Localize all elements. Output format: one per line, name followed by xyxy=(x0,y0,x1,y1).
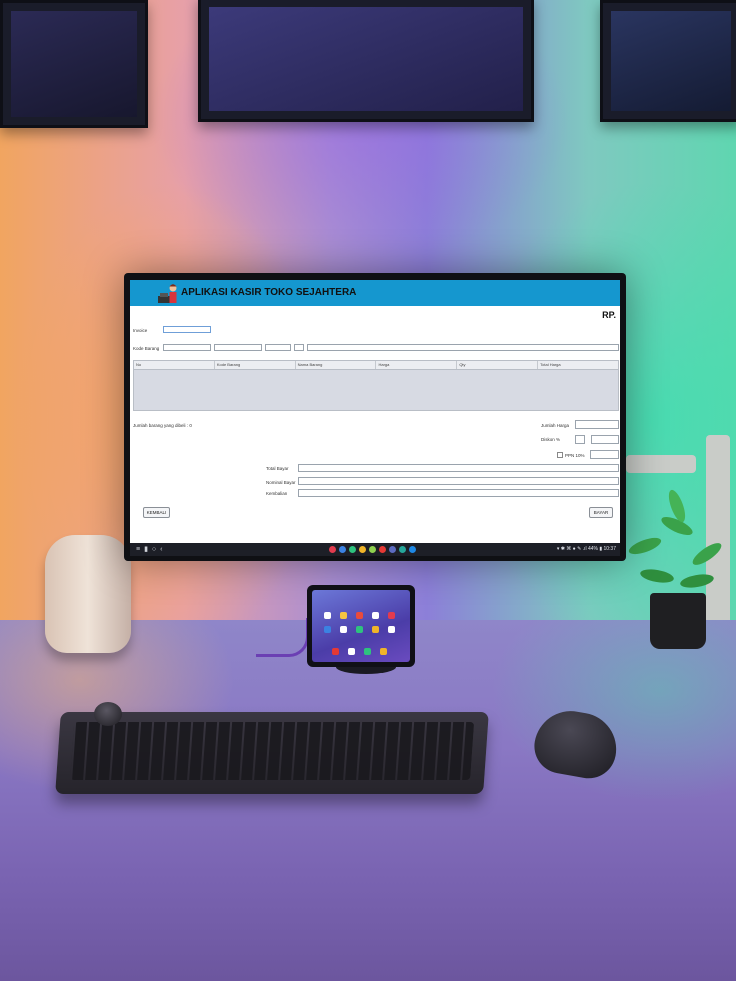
taskbar-app-icon[interactable] xyxy=(359,546,366,553)
kembalian-label: Kembalian xyxy=(266,491,288,496)
invoice-label: Invoice xyxy=(133,328,148,333)
kembali-button[interactable]: KEMBALI xyxy=(143,507,170,518)
ppn-label: PPN 10% xyxy=(565,453,585,458)
app-header: APLIKASI KASIR TOKO SEJAHTERA xyxy=(130,280,620,306)
nominal-bayar-input[interactable] xyxy=(298,477,619,485)
picture-frame-right xyxy=(600,0,736,122)
qty-input[interactable] xyxy=(294,344,304,351)
diskon-label: Diskon % xyxy=(541,437,561,442)
keyboard-dial xyxy=(94,702,122,726)
monitor-arm-post xyxy=(706,435,730,635)
column-header-total-harga[interactable]: Total Harga xyxy=(538,361,618,369)
clock: 10:37 xyxy=(603,546,616,552)
ppn-checkbox[interactable] xyxy=(557,452,563,458)
taskbar-app-icon[interactable] xyxy=(409,546,416,553)
launcher-icons[interactable]: ≡▮○‹ xyxy=(136,545,167,553)
total-currency-display: RP. xyxy=(602,310,616,320)
column-header-qty[interactable]: Qty xyxy=(457,361,539,369)
kode-barang-input[interactable] xyxy=(163,344,211,351)
item-total-input[interactable] xyxy=(307,344,619,351)
ppn-input[interactable] xyxy=(590,450,619,459)
kembalian-input[interactable] xyxy=(298,489,619,497)
app-window: APLIKASI KASIR TOKO SEJAHTERA RP. Invoic… xyxy=(130,280,620,556)
smart-speaker xyxy=(45,535,131,653)
phone-screen xyxy=(312,590,410,662)
keyboard xyxy=(55,712,489,794)
monitor: APLIKASI KASIR TOKO SEJAHTERA RP. Invoic… xyxy=(124,273,626,561)
nominal-bayar-label: Nominal Bayar xyxy=(266,480,296,485)
system-tray[interactable]: ▾ ✱ ⌘ ● ✎ .ıl 44% ▮ 10:37 xyxy=(557,546,616,552)
app-title: APLIKASI KASIR TOKO SEJAHTERA xyxy=(181,287,357,298)
diskon-amount-input[interactable] xyxy=(591,435,619,444)
item-table[interactable]: No Kode Barang Nama Barang Harga Qty Tot… xyxy=(133,360,619,411)
column-header-harga[interactable]: Harga xyxy=(376,361,458,369)
cashier-icon xyxy=(158,284,177,303)
total-bayar-label: Total Bayar xyxy=(266,466,289,471)
kode-barang-label: Kode Barang xyxy=(133,346,160,351)
jumlah-beli-text: Jumlah barang yang dibeli : xyxy=(133,423,189,428)
picture-frame-left xyxy=(0,0,148,128)
taskbar-app-icon[interactable] xyxy=(369,546,376,553)
nama-barang-input[interactable] xyxy=(214,344,262,351)
charging-cable xyxy=(256,618,309,657)
bayar-button[interactable]: BAYAR xyxy=(589,507,613,518)
harga-input[interactable] xyxy=(265,344,291,351)
invoice-input[interactable] xyxy=(163,326,211,333)
total-bayar-input[interactable] xyxy=(298,464,619,472)
diskon-percent-input[interactable] xyxy=(575,435,585,444)
monitor-arm xyxy=(626,455,696,473)
column-header-kode-barang[interactable]: Kode Barang xyxy=(215,361,296,369)
taskbar-app-icon[interactable] xyxy=(399,546,406,553)
column-header-nama-barang[interactable]: Nama Barang xyxy=(296,361,377,369)
jumlah-beli-value: 0 xyxy=(189,423,192,428)
desk-glow xyxy=(0,620,736,981)
column-header-no[interactable]: No xyxy=(134,361,215,369)
foldable-phone xyxy=(307,585,415,667)
taskbar-app-icon[interactable] xyxy=(349,546,356,553)
taskbar-app-icon[interactable] xyxy=(389,546,396,553)
table-header: No Kode Barang Nama Barang Harga Qty Tot… xyxy=(134,361,618,370)
taskbar-app-icon[interactable] xyxy=(339,546,346,553)
taskbar-app-icon[interactable] xyxy=(379,546,386,553)
jumlah-beli-label: Jumlah barang yang dibeli : 0 xyxy=(133,423,192,428)
jumlah-harga-label: Jumlah Harga xyxy=(541,423,570,428)
jumlah-harga-input[interactable] xyxy=(575,420,619,429)
taskbar-app-icon[interactable] xyxy=(329,546,336,553)
os-taskbar: ≡▮○‹ ▾ ✱ ⌘ ● ✎ .ıl 44% ▮ 10:37 xyxy=(130,543,620,556)
status-icons: ▾ ✱ ⌘ ● ✎ .ıl 44% ▮ xyxy=(556,546,603,552)
picture-frame-center xyxy=(198,0,534,122)
